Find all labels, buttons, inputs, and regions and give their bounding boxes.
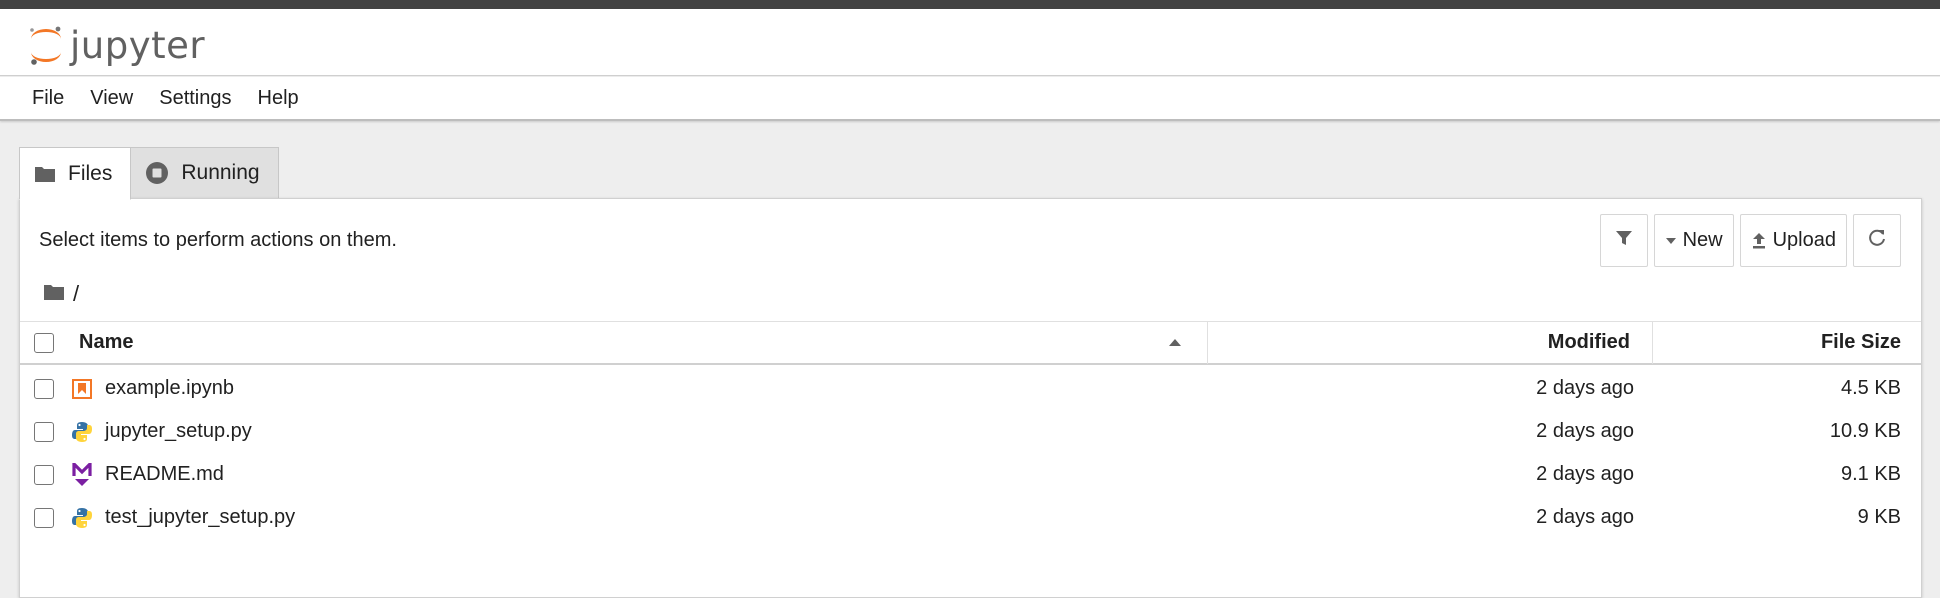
jupyter-logo-icon — [28, 23, 64, 67]
file-size: 9 KB — [1857, 506, 1901, 528]
file-toolbar: New Upload — [1599, 214, 1901, 267]
file-row[interactable]: test_jupyter_setup.py 2 days ago 9 KB — [20, 496, 1921, 539]
folder-icon — [34, 165, 56, 183]
menu-help[interactable]: Help — [245, 81, 312, 116]
markdown-icon — [71, 463, 93, 486]
file-size: 10.9 KB — [1829, 420, 1901, 442]
header: jupyter — [0, 9, 1940, 76]
file-name[interactable]: jupyter_setup.py — [105, 420, 252, 443]
jupyter-logo[interactable]: jupyter — [28, 21, 205, 69]
file-modified: 2 days ago — [1536, 463, 1634, 485]
tab-files[interactable]: Files — [19, 147, 132, 200]
python-icon — [71, 421, 93, 443]
column-divider[interactable] — [1652, 322, 1653, 364]
refresh-button[interactable] — [1853, 214, 1901, 267]
notebook-icon — [71, 378, 93, 400]
breadcrumb-root[interactable]: / — [73, 281, 79, 307]
menu-file[interactable]: File — [19, 81, 77, 116]
menu-settings[interactable]: Settings — [146, 81, 244, 116]
tab-files-label: Files — [68, 161, 113, 185]
new-button[interactable]: New — [1653, 214, 1734, 267]
file-row[interactable]: example.ipynb 2 days ago 4.5 KB — [20, 367, 1921, 410]
menu-bar: File View Settings Help — [0, 77, 1940, 121]
home-folder-icon[interactable] — [43, 281, 65, 307]
row-checkbox[interactable] — [34, 507, 54, 528]
file-list-header: Name Modified File Size — [20, 321, 1921, 365]
logo-wordmark: jupyter — [70, 23, 206, 67]
selection-hint: Select items to perform actions on them. — [39, 229, 397, 251]
menu-view[interactable]: View — [77, 81, 146, 116]
tab-bar: Files Running — [19, 147, 279, 200]
upload-button-label: Upload — [1772, 229, 1836, 251]
file-size: 4.5 KB — [1840, 377, 1901, 399]
upload-icon — [1751, 232, 1767, 250]
column-file-size[interactable]: File Size — [1821, 331, 1901, 354]
file-size: 9.1 KB — [1840, 463, 1901, 485]
python-icon — [71, 507, 93, 529]
new-button-label: New — [1682, 229, 1723, 251]
file-row[interactable]: README.md 2 days ago 9.1 KB — [20, 453, 1921, 496]
select-all-checkbox[interactable] — [34, 332, 54, 353]
file-name[interactable]: README.md — [105, 463, 224, 486]
file-row[interactable]: jupyter_setup.py 2 days ago 10.9 KB — [20, 410, 1921, 453]
column-modified[interactable]: Modified — [1548, 331, 1630, 354]
file-modified: 2 days ago — [1536, 506, 1634, 528]
row-checkbox[interactable] — [34, 378, 54, 399]
stop-circle-icon — [145, 161, 169, 185]
breadcrumb: / — [43, 281, 79, 307]
row-checkbox[interactable] — [34, 464, 54, 485]
file-browser-panel: Select items to perform actions on them.… — [19, 198, 1922, 598]
window-top-strip — [0, 0, 1940, 9]
tab-running[interactable]: Running — [131, 147, 279, 199]
filter-button[interactable] — [1599, 214, 1648, 267]
column-name[interactable]: Name — [79, 331, 133, 354]
file-name[interactable]: example.ipynb — [105, 377, 234, 400]
file-modified: 2 days ago — [1536, 377, 1634, 399]
tab-running-label: Running — [181, 161, 260, 184]
refresh-icon — [1867, 228, 1887, 254]
upload-button[interactable]: Upload — [1739, 214, 1847, 267]
caret-down-icon — [1665, 237, 1677, 245]
file-modified: 2 days ago — [1536, 420, 1634, 442]
row-checkbox[interactable] — [34, 421, 54, 442]
column-divider[interactable] — [1207, 322, 1208, 364]
sort-ascending-icon[interactable] — [1169, 339, 1181, 346]
filter-icon — [1615, 229, 1633, 253]
file-name[interactable]: test_jupyter_setup.py — [105, 506, 295, 529]
